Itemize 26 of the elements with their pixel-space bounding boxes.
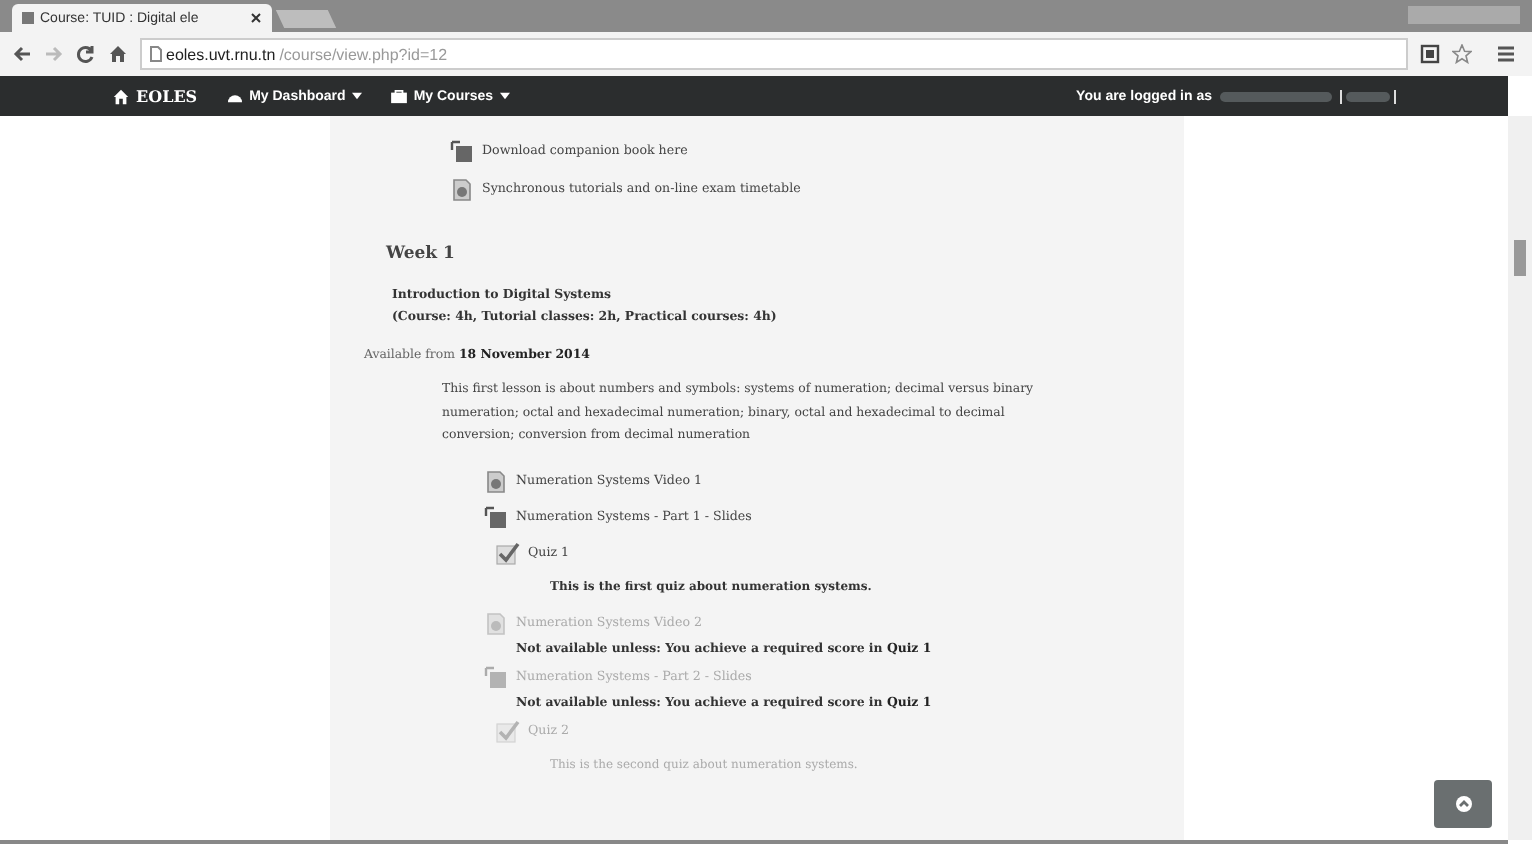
back-icon[interactable] xyxy=(12,44,32,64)
slides-icon xyxy=(484,665,508,689)
document-icon xyxy=(450,177,474,201)
briefcase-icon xyxy=(389,89,408,103)
page-icon xyxy=(150,46,162,62)
close-icon[interactable] xyxy=(250,12,262,24)
menu-icon[interactable] xyxy=(1496,44,1516,64)
caret-icon xyxy=(351,92,362,100)
extension-icon[interactable] xyxy=(1420,44,1440,64)
address-field[interactable]: eoles.uvt.rnu.tn /course/view.php?id=12 xyxy=(140,38,1408,70)
reload-icon[interactable] xyxy=(76,44,96,64)
page-icon xyxy=(22,12,34,24)
back-to-top-button[interactable] xyxy=(1434,780,1492,828)
document-icon xyxy=(484,469,508,493)
section-title: Week 1 xyxy=(384,242,457,268)
bookmark-star-icon[interactable] xyxy=(1452,44,1472,64)
home-icon xyxy=(112,87,130,105)
slides-icon xyxy=(484,505,508,529)
home-icon[interactable] xyxy=(108,44,128,64)
checkmark-icon xyxy=(496,541,520,565)
document-icon xyxy=(484,611,508,635)
home-link[interactable]: EOLES xyxy=(112,86,198,106)
slides-icon xyxy=(450,139,474,163)
gauge-icon xyxy=(225,89,244,103)
checkmark-icon xyxy=(496,719,520,743)
caret-icon xyxy=(499,92,509,100)
